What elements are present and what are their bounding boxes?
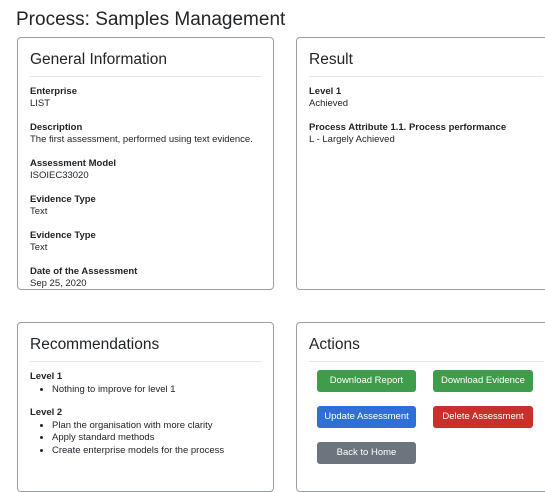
general-information-heading: General Information <box>30 51 167 68</box>
field-enterprise: Enterprise LIST <box>30 86 265 110</box>
card-divider <box>309 361 543 362</box>
recommendation-level-label: Level 2 <box>30 406 63 418</box>
result-value: L - Largely Achieved <box>309 134 395 145</box>
list-item: Create enterprise models for the process <box>52 445 265 458</box>
result-label: Process Attribute 1.1. Process performan… <box>309 122 507 133</box>
recommendation-level-label: Level 1 <box>30 371 63 382</box>
result-level-1: Level 1 Achieved <box>309 86 545 110</box>
card-divider <box>309 76 543 77</box>
field-value: The first assessment, performed using te… <box>30 134 253 145</box>
field-label: Enterprise <box>30 86 77 97</box>
result-heading: Result <box>309 51 353 68</box>
actions-card: Actions Download Report Download Evidenc… <box>296 322 545 492</box>
field-label: Date of the Assessment <box>30 266 138 277</box>
field-label: Assessment Model <box>30 158 117 169</box>
delete-assessment-button[interactable]: Delete Assessment <box>433 406 533 428</box>
field-value: Sep 25, 2020 <box>30 278 87 289</box>
result-card: Result Level 1 Achieved Process Attribut… <box>296 37 545 290</box>
update-assessment-button[interactable]: Update Assessment <box>317 406 416 428</box>
field-evidence-type: Evidence Type Text <box>30 230 265 254</box>
download-evidence-button[interactable]: Download Evidence <box>433 370 533 392</box>
field-label: Evidence Type <box>30 194 96 205</box>
field-value: ISOIEC33020 <box>30 170 89 181</box>
card-divider <box>30 76 261 77</box>
list-item: Nothing to improve for level 1 <box>52 384 265 397</box>
card-divider <box>30 361 261 362</box>
recommendations-heading: Recommendations <box>30 336 160 353</box>
back-to-home-button[interactable]: Back to Home <box>317 442 416 464</box>
page-title: Process: Samples Management <box>16 9 286 30</box>
list-item: Plan the organisation with more clarity <box>52 420 265 433</box>
list-item: Apply standard methods <box>52 432 265 445</box>
actions-heading: Actions <box>309 336 360 353</box>
download-report-button[interactable]: Download Report <box>317 370 416 392</box>
field-label: Evidence Type <box>30 230 96 241</box>
field-assessment-model: Assessment Model ISOIEC33020 <box>30 158 265 182</box>
field-value: LIST <box>30 98 51 109</box>
field-value: Text <box>30 242 48 253</box>
result-label: Level 1 <box>309 86 342 97</box>
field-value: Text <box>30 206 48 217</box>
field-evidence-type: Evidence Type Text <box>30 194 265 218</box>
result-value: Achieved <box>309 98 349 109</box>
recommendation-group-level-2: Level 2 Plan the organisation with more … <box>30 407 265 458</box>
recommendation-group-level-1: Level 1 Nothing to improve for level 1 <box>30 371 265 397</box>
field-label: Description <box>30 122 83 133</box>
general-information-card: General Information Enterprise LIST Desc… <box>17 37 274 290</box>
field-description: Description The first assessment, perfor… <box>30 122 265 146</box>
field-assessment-date: Date of the Assessment Sep 25, 2020 <box>30 266 265 289</box>
recommendations-card: Recommendations Level 1 Nothing to impro… <box>17 322 274 492</box>
result-process-attribute: Process Attribute 1.1. Process performan… <box>309 122 545 146</box>
